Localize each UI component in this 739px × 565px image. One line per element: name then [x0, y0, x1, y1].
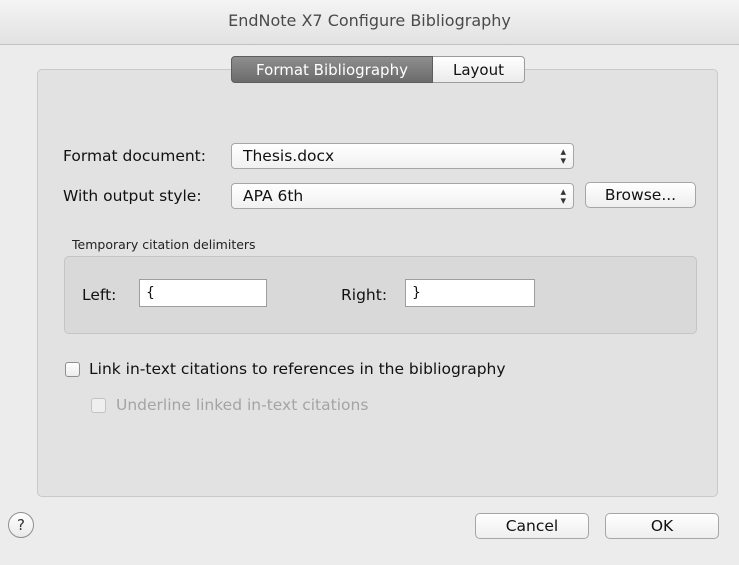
- window-title: EndNote X7 Configure Bibliography: [228, 11, 511, 30]
- output-style-value: APA 6th: [243, 187, 304, 205]
- updown-arrows-icon: ▴ ▾: [560, 185, 566, 207]
- format-document-value: Thesis.docx: [243, 147, 335, 165]
- delimiters-section-label: Temporary citation delimiters: [72, 237, 256, 252]
- tab-bar: Format Bibliography Layout: [231, 56, 525, 83]
- underline-links-label: Underline linked in-text citations: [116, 396, 369, 414]
- cancel-button[interactable]: Cancel: [475, 513, 589, 539]
- link-citations-checkbox[interactable]: [65, 362, 80, 377]
- left-delimiter-label: Left:: [82, 286, 117, 304]
- output-style-label: With output style:: [63, 187, 202, 205]
- underline-links-checkbox[interactable]: [91, 398, 106, 413]
- left-delimiter-input[interactable]: {: [139, 279, 267, 307]
- tab-format-bibliography[interactable]: Format Bibliography: [231, 56, 433, 83]
- configure-bibliography-dialog: EndNote X7 Configure Bibliography Format…: [0, 0, 739, 565]
- right-delimiter-input[interactable]: }: [405, 279, 535, 307]
- link-citations-label[interactable]: Link in-text citations to references in …: [89, 360, 506, 378]
- title-bar[interactable]: EndNote X7 Configure Bibliography: [0, 0, 739, 45]
- format-document-label: Format document:: [63, 147, 206, 165]
- ok-button[interactable]: OK: [605, 513, 719, 539]
- help-icon[interactable]: ?: [8, 512, 34, 538]
- tab-layout[interactable]: Layout: [433, 56, 525, 83]
- right-delimiter-label: Right:: [341, 286, 388, 304]
- output-style-select[interactable]: APA 6th ▴ ▾: [231, 183, 574, 209]
- format-document-select[interactable]: Thesis.docx ▴ ▾: [231, 143, 574, 169]
- updown-arrows-icon: ▴ ▾: [560, 145, 566, 167]
- browse-button[interactable]: Browse...: [585, 182, 696, 208]
